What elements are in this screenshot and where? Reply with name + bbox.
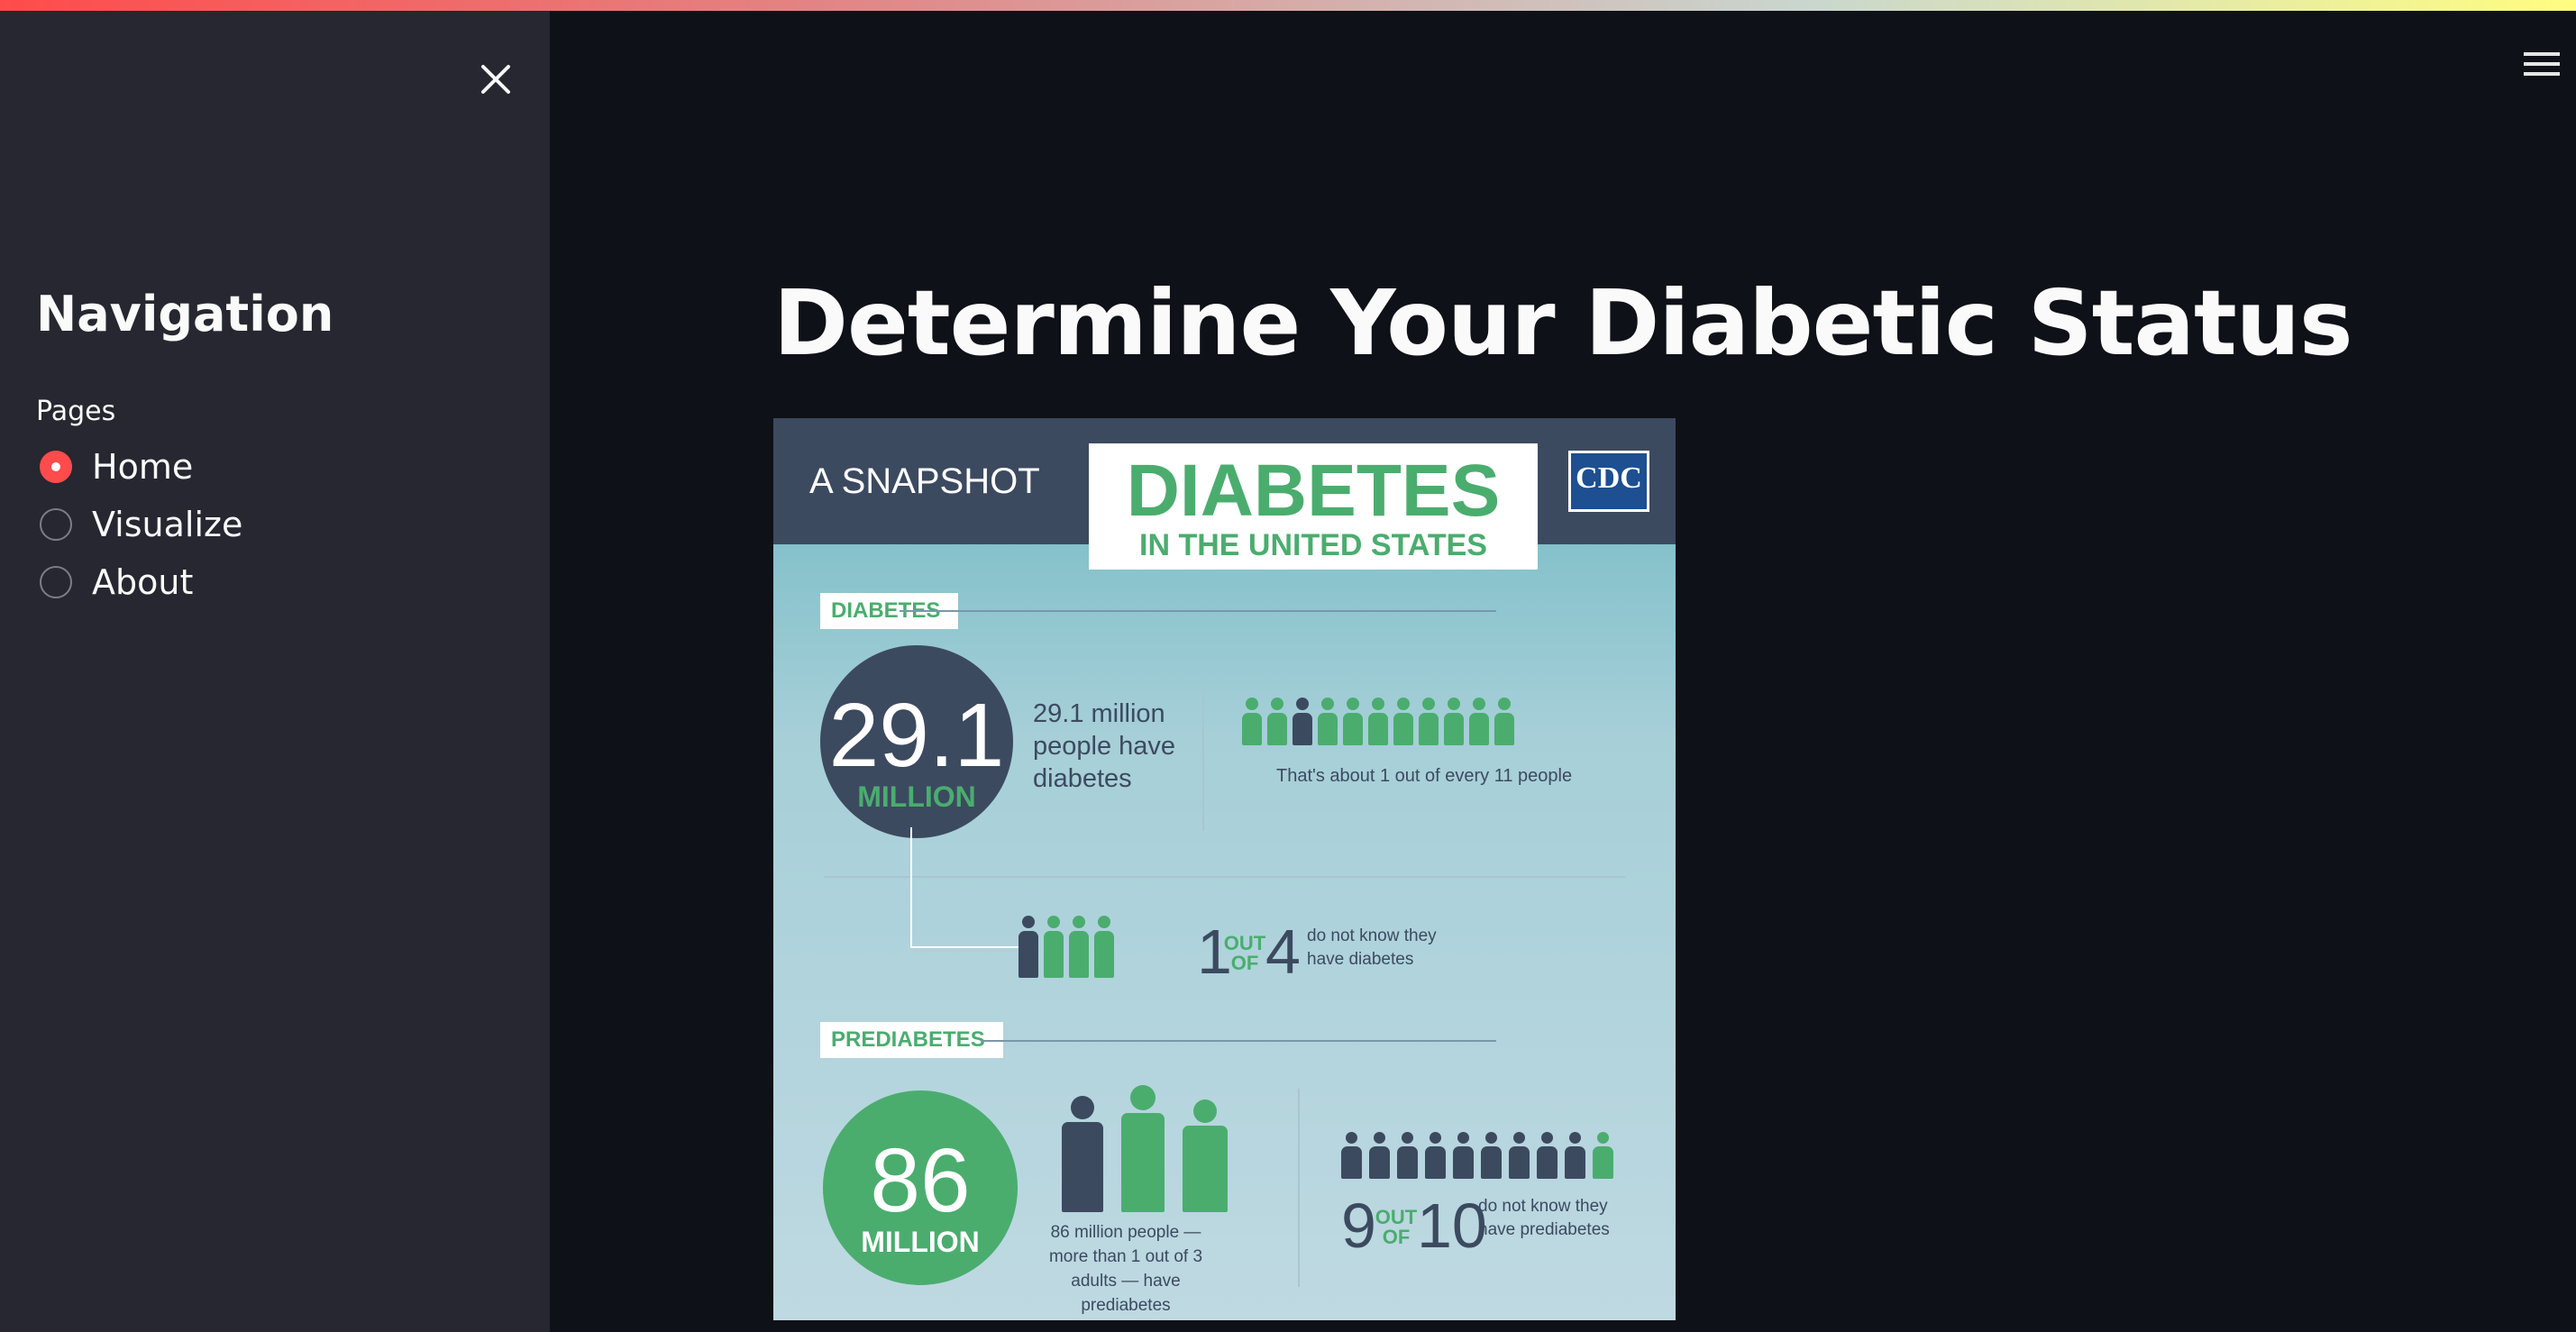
person-icon: [1341, 1132, 1362, 1179]
person-icon: [1019, 916, 1038, 978]
ratio-text: That's about 1 out of every 11 people: [1276, 766, 1573, 786]
person-icon: [1044, 916, 1064, 978]
section-divider: [900, 610, 1496, 612]
main-menu-button[interactable]: [2524, 52, 2560, 79]
unaware-number-2: 4: [1265, 917, 1301, 987]
cdc-logo: CDC: [1568, 451, 1649, 512]
person-icon: [1062, 1096, 1103, 1212]
radio-button[interactable]: [40, 566, 72, 598]
hamburger-line: [2524, 72, 2560, 76]
radio-button[interactable]: [40, 508, 72, 541]
section-divider: [981, 1040, 1496, 1042]
person-icon: [1094, 916, 1114, 978]
close-icon: [481, 65, 510, 94]
prediabetes-people-icons: [1062, 1085, 1228, 1212]
prediabetes-stat-circle: 86 MILLION: [823, 1090, 1018, 1285]
radio-label-about: About: [92, 562, 194, 602]
prediabetes-description: 86 million people — more than 1 out of 3…: [1048, 1223, 1203, 1315]
person-icon: [1481, 1132, 1502, 1179]
person-icon: [1368, 698, 1388, 745]
close-sidebar-button[interactable]: [476, 59, 516, 99]
top-decoration-bar: [0, 0, 2576, 11]
sidebar-title: Navigation: [36, 286, 334, 342]
diabetes-number: 29.1: [828, 685, 1005, 786]
person-icon: [1318, 698, 1338, 745]
person-icon: [1469, 698, 1489, 745]
sidebar: Navigation Pages Home Visualize About: [0, 11, 550, 1332]
radio-option-about[interactable]: About: [40, 562, 193, 602]
horizontal-divider: [824, 876, 1626, 878]
person-icon: [1069, 916, 1089, 978]
infographic-snapshot-label: A SNAPSHOT: [809, 461, 1040, 501]
radio-option-visualize[interactable]: Visualize: [40, 505, 242, 544]
person-icon: [1183, 1099, 1228, 1212]
person-icon: [1593, 1132, 1613, 1179]
infographic-title: DIABETES: [1126, 450, 1501, 532]
hamburger-menu-icon: [2524, 52, 2560, 56]
radio-label-visualize: Visualize: [92, 505, 243, 544]
person-icon: [1369, 1132, 1390, 1179]
person-icon: [1494, 698, 1514, 745]
person-icon: [1537, 1132, 1557, 1179]
infographic-subtitle: IN THE UNITED STATES: [1139, 528, 1487, 562]
person-icon: [1444, 698, 1464, 745]
people-icons-row: [1242, 698, 1514, 745]
diabetes-description: 29.1 million people have diabetes: [1033, 699, 1176, 793]
person-icon: [1419, 698, 1439, 745]
vertical-divider: [1202, 687, 1204, 831]
prediabetes-out-of: OUT OF: [1375, 1206, 1418, 1248]
unaware-people-icons: [1019, 916, 1114, 978]
person-icon: [1242, 698, 1262, 745]
prediabetes-unaware-number-1: 9: [1341, 1191, 1376, 1261]
person-icon: [1121, 1085, 1165, 1212]
pages-label: Pages: [36, 396, 116, 427]
prediabetes-section-tag: PREDIABETES: [820, 1022, 1003, 1058]
person-icon: [1509, 1132, 1530, 1179]
prediabetes-unaware-text: do not know they have prediabetes: [1478, 1197, 1610, 1239]
page-title: Determine Your Diabetic Status: [773, 270, 2352, 376]
prediabetes-unit: MILLION: [861, 1226, 980, 1258]
connector-line: [910, 827, 912, 948]
hamburger-line: [2524, 62, 2560, 66]
unaware-out-of: OUT OF: [1223, 932, 1266, 974]
unaware-text: do not know they have diabetes: [1307, 926, 1437, 969]
vertical-divider: [1298, 1089, 1300, 1287]
prediabetes-unaware-icons: [1341, 1132, 1613, 1179]
person-icon: [1267, 698, 1287, 745]
person-icon: [1453, 1132, 1474, 1179]
person-icon: [1343, 698, 1363, 745]
person-icon: [1425, 1132, 1446, 1179]
diabetes-infographic-image: A SNAPSHOT DIABETES IN THE UNITED STATES…: [773, 418, 1676, 1320]
person-icon: [1293, 698, 1312, 745]
infographic-title-box: DIABETES IN THE UNITED STATES: [1089, 443, 1538, 570]
person-icon: [1565, 1132, 1585, 1179]
radio-button-selected[interactable]: [40, 451, 72, 483]
prediabetes-unaware-number-2: 10: [1417, 1191, 1487, 1261]
person-icon: [1393, 698, 1413, 745]
connector-line: [910, 946, 1019, 948]
prediabetes-number: 86: [870, 1130, 971, 1231]
radio-label-home: Home: [92, 447, 194, 487]
radio-option-home[interactable]: Home: [40, 447, 193, 487]
diabetes-stat-circle: 29.1 MILLION: [820, 645, 1013, 838]
person-icon: [1397, 1132, 1418, 1179]
